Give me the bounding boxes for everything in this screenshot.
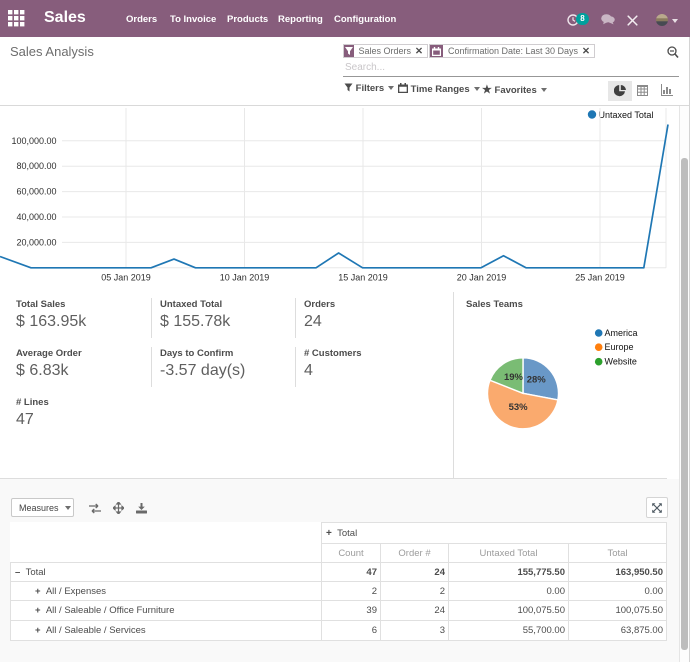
svg-text:Europe: Europe xyxy=(605,342,634,352)
svg-text:28%: 28% xyxy=(527,375,547,386)
svg-text:Untaxed Total: Untaxed Total xyxy=(599,110,654,120)
svg-text:60,000.00: 60,000.00 xyxy=(16,187,56,197)
svg-text:53%: 53% xyxy=(509,402,529,413)
svg-text:20,000.00: 20,000.00 xyxy=(16,237,56,247)
svg-text:America: America xyxy=(605,328,638,338)
svg-text:05 Jan 2019: 05 Jan 2019 xyxy=(101,273,151,283)
svg-text:19%: 19% xyxy=(504,372,524,383)
svg-text:40,000.00: 40,000.00 xyxy=(16,212,56,222)
svg-text:80,000.00: 80,000.00 xyxy=(16,161,56,171)
svg-text:Website: Website xyxy=(605,357,637,367)
svg-text:25 Jan 2019: 25 Jan 2019 xyxy=(575,273,625,283)
svg-text:15 Jan 2019: 15 Jan 2019 xyxy=(338,273,388,283)
svg-text:10 Jan 2019: 10 Jan 2019 xyxy=(220,273,270,283)
svg-text:20 Jan 2019: 20 Jan 2019 xyxy=(457,273,507,283)
svg-text:100,000.00: 100,000.00 xyxy=(11,136,56,146)
